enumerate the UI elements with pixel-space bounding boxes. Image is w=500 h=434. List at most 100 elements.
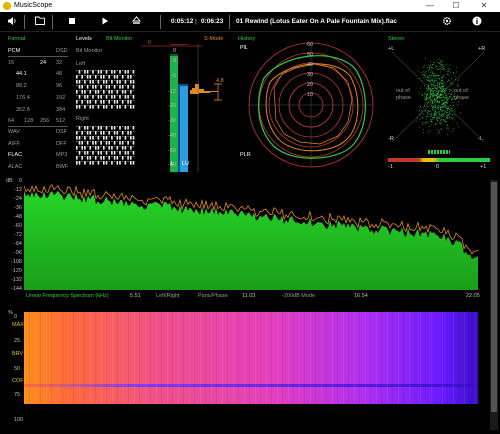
volume-icon[interactable] — [6, 16, 18, 28]
stereo-sample — [440, 109, 442, 111]
stereo-sample — [437, 101, 439, 102]
bit-monitor-left-grid — [76, 70, 135, 109]
folder-open-icon[interactable] — [34, 16, 46, 28]
stereo-sample — [434, 93, 435, 95]
stereo-sample — [431, 99, 433, 101]
play-icon[interactable] — [99, 16, 111, 28]
stereo-sample — [433, 117, 434, 118]
bit-cell — [94, 151, 97, 153]
toolbar-separator — [160, 15, 161, 29]
stereo-sample — [441, 119, 442, 120]
bit-cell — [121, 90, 124, 94]
stereo-sample — [433, 104, 435, 106]
bit-cell — [97, 105, 100, 109]
bit-cell — [81, 156, 83, 160]
stereo-sample — [437, 83, 438, 85]
bit-cell — [111, 151, 113, 155]
meter-tick: -12 — [168, 89, 176, 95]
bit-cell — [119, 75, 121, 77]
stereo-sample — [432, 72, 434, 74]
db-mode[interactable]: -200dB Mode — [282, 293, 315, 299]
bit-cell — [127, 80, 129, 82]
spectrum-y-tick: -72 — [14, 232, 22, 238]
stereo-sample — [446, 96, 448, 98]
bit-cell — [100, 146, 102, 148]
bit-cell — [105, 70, 108, 74]
stereo-sample — [433, 90, 435, 92]
maximize-button[interactable]: ☐ — [446, 0, 466, 12]
stereo-sample — [446, 93, 448, 95]
stereo-sample — [448, 113, 450, 115]
spectrogram-y-tick: 100 — [14, 417, 24, 423]
stereo-sample — [424, 58, 426, 60]
spectrum-y-tick: 0 — [18, 178, 22, 184]
stereo-sample — [427, 121, 429, 123]
info-icon[interactable] — [471, 16, 483, 28]
stereo-sample — [439, 78, 441, 79]
stereo-sample — [441, 121, 443, 123]
stereo-sample — [454, 76, 456, 78]
stereo-sample — [439, 60, 441, 62]
bit-cell — [105, 105, 108, 109]
stereo-sample — [439, 122, 441, 124]
bit-cell — [116, 95, 119, 97]
stereo-sample — [423, 76, 425, 78]
stereo-sample — [429, 87, 431, 89]
stereo-sample — [423, 74, 425, 75]
bit-cell — [111, 105, 113, 109]
eject-icon[interactable] — [130, 16, 142, 28]
stereo-sample — [435, 75, 437, 76]
bit-cell — [105, 75, 108, 77]
bit-cell — [108, 151, 110, 153]
stereo-sample — [441, 100, 442, 102]
bit-cell — [92, 90, 94, 92]
bit-cell — [113, 151, 116, 155]
bit-cell — [84, 136, 86, 140]
stereo-sample — [448, 106, 449, 108]
stereo-sample — [446, 87, 448, 89]
settings-gear-icon[interactable] — [441, 16, 453, 28]
bit-cell — [124, 161, 127, 165]
bit-cell — [97, 75, 100, 77]
bit-cell — [76, 136, 78, 140]
stereo-sample — [441, 69, 442, 71]
spectrum-x-tick: 22.05 — [466, 293, 480, 299]
stereo-sample — [442, 95, 444, 97]
stop-icon[interactable] — [66, 16, 78, 28]
minimize-button[interactable]: — — [420, 0, 440, 12]
stereo-sample — [440, 86, 442, 88]
channel-r-label: LU — [182, 161, 190, 167]
stereo-sample — [440, 81, 441, 83]
pans-phase-mode[interactable]: Pans/Phase — [198, 293, 228, 299]
bit-cell — [97, 126, 100, 130]
stereo-sample — [452, 118, 454, 120]
left-right-mode[interactable]: Left/Right — [156, 293, 180, 299]
stereo-sample — [453, 114, 455, 115]
stereo-sample — [425, 71, 427, 73]
bit-cell — [132, 151, 135, 155]
bit-cell — [84, 146, 86, 150]
stereo-sample — [444, 121, 446, 122]
scrollbar-thumb[interactable] — [491, 182, 497, 412]
stereo-sample — [447, 99, 449, 101]
stereo-sample — [436, 117, 438, 119]
stereo-sample — [440, 124, 442, 125]
bit-cell — [130, 70, 132, 72]
stereo-panel: Stereo +L +R -R -L out of phase out of p… — [384, 34, 494, 174]
stereo-sample — [437, 92, 438, 94]
stereo-sample — [434, 65, 436, 67]
stereo-sample — [438, 92, 440, 94]
bit-cell — [78, 161, 81, 165]
stereo-sample — [452, 117, 454, 118]
stereo-sample — [438, 117, 440, 119]
stereo-sample — [442, 89, 444, 91]
close-button[interactable]: ✕ — [474, 0, 494, 12]
stereo-sample — [434, 86, 436, 88]
vertical-scrollbar[interactable] — [490, 180, 498, 430]
stereo-sample — [434, 79, 435, 81]
stereo-sample — [447, 71, 449, 72]
stereo-sample — [453, 73, 455, 74]
stereo-sample — [435, 105, 437, 107]
stereo-sample — [428, 110, 430, 111]
bit-cell — [94, 100, 97, 104]
